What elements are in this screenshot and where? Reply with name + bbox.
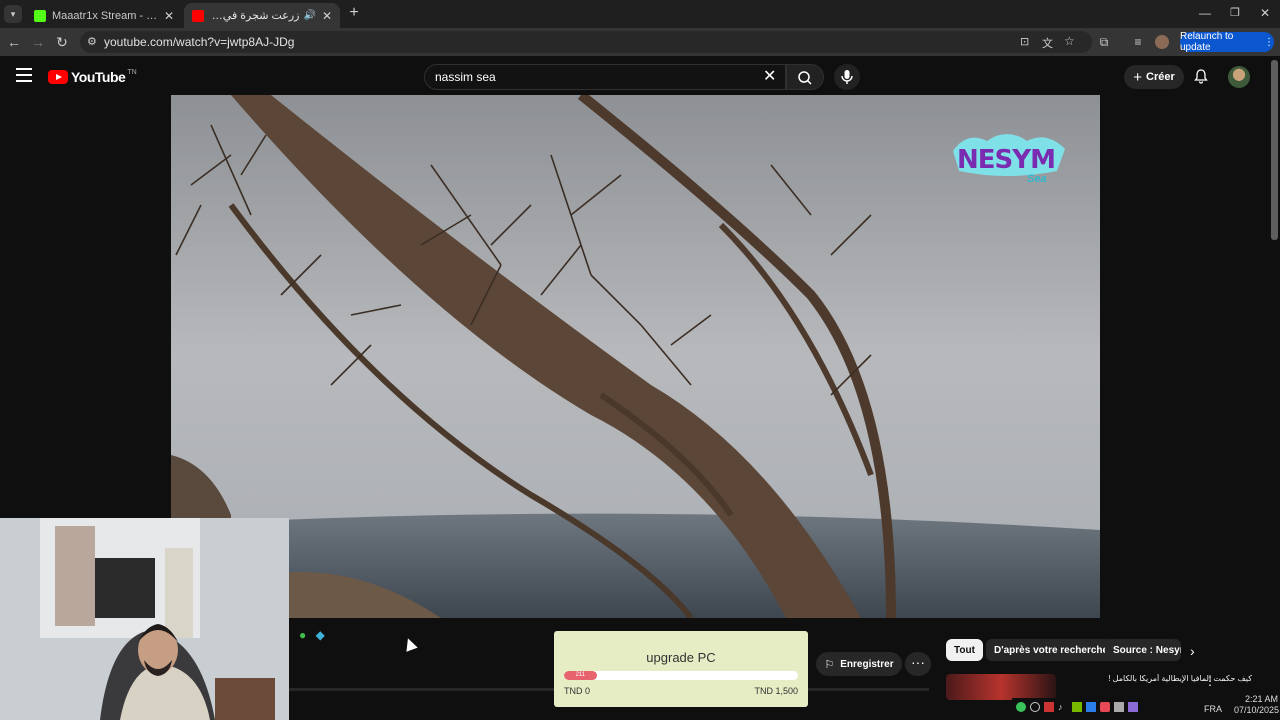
create-button[interactable]: + Créer: [1124, 65, 1184, 89]
menu-hamburger-icon[interactable]: [16, 68, 32, 82]
network-icon[interactable]: [1114, 702, 1124, 712]
minimize-icon[interactable]: —: [1196, 5, 1214, 21]
chip-source-nesym[interactable]: Source : Nesym: [1105, 639, 1181, 661]
forward-arrow-icon[interactable]: →: [29, 34, 47, 50]
profile-avatar[interactable]: [1155, 35, 1169, 49]
create-label: Créer: [1146, 71, 1175, 83]
input-language[interactable]: FRA: [1204, 704, 1222, 714]
browser-tab-bar: ▾ Maaatr1x Stream - Watch Live o ✕ زرعت …: [0, 0, 1280, 28]
donation-min-label: TND 0: [564, 686, 591, 696]
pen-icon[interactable]: [1128, 702, 1138, 712]
translate-icon[interactable]: 文: [1042, 35, 1053, 51]
emoji-row: ● ◆: [289, 628, 339, 642]
relaunch-label: Relaunch to update: [1180, 31, 1234, 53]
microphone-muted-icon[interactable]: [1044, 702, 1054, 712]
tray-app-icon[interactable]: [1086, 702, 1096, 712]
clock-time: 2:21 AM: [1244, 694, 1278, 704]
search-input[interactable]: nassim sea: [424, 64, 786, 90]
youtube-play-icon: [48, 70, 68, 84]
youtube-icon: [192, 9, 204, 22]
clock-date: 07/10/2025: [1234, 705, 1280, 715]
speaker-icon[interactable]: 🔊: [303, 10, 315, 21]
back-arrow-icon[interactable]: ←: [5, 34, 23, 50]
tray-app-icon[interactable]: [1030, 702, 1040, 712]
bookmark-icon: ⚐: [824, 658, 835, 671]
save-button[interactable]: ⚐ Enregistrer: [816, 652, 902, 676]
donation-max-label: TND 1,500: [754, 686, 798, 696]
tray-app-icon[interactable]: [1016, 702, 1026, 712]
kick-icon: [34, 9, 46, 22]
page-scrollbar[interactable]: [1271, 60, 1278, 240]
frog-icon: ●: [299, 628, 307, 642]
chip-label: Source : Nesym: [1113, 644, 1181, 656]
notifications-bell-icon[interactable]: [1193, 68, 1209, 84]
tab-title: زرعت شجرة في أعماق البحر: [210, 10, 300, 22]
video-thumbnail[interactable]: [946, 674, 1056, 700]
clock[interactable]: 2:21 AM 07/10/2025: [1234, 694, 1280, 716]
system-tray: ♪ FRA 2:21 AM 07/10/2025: [1012, 694, 1280, 720]
browser-toolbar: ← → ↻ ⚙ youtube.com/watch?v=jwtp8AJ-JDg …: [0, 28, 1280, 56]
watermark-subtext: Sea: [1027, 173, 1047, 185]
new-tab-plus-icon[interactable]: +: [345, 5, 363, 21]
fish-icon: ◆: [315, 628, 325, 642]
youtube-logo[interactable]: YouTube TN: [48, 69, 137, 85]
close-window-icon[interactable]: ✕: [1256, 5, 1274, 21]
tab-kick-stream[interactable]: Maaatr1x Stream - Watch Live o ✕: [26, 3, 182, 28]
streamer-webcam-overlay: [0, 518, 289, 720]
chip-all[interactable]: Tout: [946, 639, 983, 661]
close-icon[interactable]: ✕: [322, 9, 332, 23]
extensions-icon[interactable]: ⧉: [1097, 35, 1111, 49]
donation-goal-widget: upgrade PC 211 TND 0 TND 1,500: [554, 631, 808, 707]
reload-icon[interactable]: ↻: [53, 34, 71, 50]
plus-icon: +: [1133, 68, 1142, 86]
install-app-icon[interactable]: ⊡: [1020, 35, 1029, 48]
save-label: Enregistrer: [840, 658, 894, 670]
address-bar[interactable]: ⚙ youtube.com/watch?v=jwtp8AJ-JDg ⊡ 文 ☆: [80, 31, 1092, 53]
more-icon: ···: [911, 654, 925, 670]
site-info-icon[interactable]: ⚙: [87, 35, 97, 48]
search-button[interactable]: [786, 64, 824, 90]
kebab-menu-icon: ⋮: [1264, 36, 1274, 48]
tab-youtube-video[interactable]: زرعت شجرة في أعماق البحر 🔊 ✕: [184, 3, 340, 28]
more-actions-button[interactable]: ···: [905, 652, 931, 676]
watermark-text: NESYM: [957, 145, 1056, 175]
reading-list-icon[interactable]: ≡: [1131, 35, 1145, 49]
youtube-wordmark: YouTube: [71, 69, 126, 85]
record-icon[interactable]: [1100, 702, 1110, 712]
search-query: nassim sea: [435, 70, 496, 84]
chip-label: Tout: [954, 644, 975, 656]
donation-progress-bar: 211: [564, 671, 798, 680]
channel-watermark-logo: NESYM Sea: [947, 131, 1071, 191]
kebab-menu-icon[interactable]: ⋮: [1204, 674, 1216, 688]
close-icon[interactable]: ✕: [164, 9, 174, 23]
recommended-video-title[interactable]: كيف حكمت المافيا الإيطالية أمريكا بالكام…: [1062, 674, 1252, 683]
youtube-header: YouTube TN nassim sea ✕ + Créer: [0, 56, 1270, 96]
tray-icons: ♪: [1016, 702, 1138, 712]
clear-search-icon[interactable]: ✕: [763, 69, 776, 85]
relaunch-button[interactable]: Relaunch to update ⋮: [1180, 31, 1274, 53]
donation-goal-title: upgrade PC: [646, 650, 716, 665]
tab-title: Maaatr1x Stream - Watch Live o: [52, 9, 158, 22]
microphone-icon: [841, 70, 853, 84]
chip-from-your-search[interactable]: D'après votre recherche: [986, 639, 1117, 661]
region-code: TN: [127, 68, 137, 76]
url-text: youtube.com/watch?v=jwtp8AJ-JDg: [104, 35, 295, 49]
volume-icon[interactable]: ♪: [1058, 702, 1068, 712]
account-avatar[interactable]: [1228, 66, 1250, 88]
voice-search-button[interactable]: [834, 64, 860, 90]
search-icon: [798, 71, 812, 85]
chevron-right-icon[interactable]: ›: [1190, 643, 1195, 659]
bookmark-star-icon[interactable]: ☆: [1064, 34, 1075, 48]
video-player[interactable]: NESYM Sea: [171, 95, 1100, 618]
restore-icon[interactable]: ❐: [1226, 5, 1244, 21]
nvidia-icon[interactable]: [1072, 702, 1082, 712]
tab-search-chevron-icon[interactable]: ▾: [4, 5, 22, 23]
donation-progress-fill: 211: [564, 671, 597, 680]
chip-label: D'après votre recherche: [994, 644, 1109, 656]
webcam-scene: [0, 518, 289, 720]
